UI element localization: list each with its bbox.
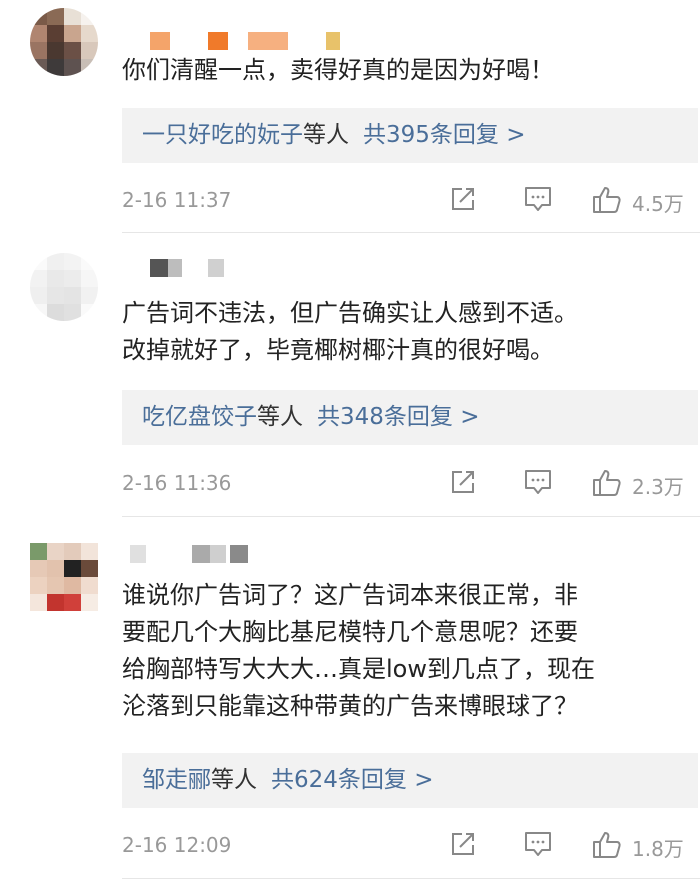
like-count: 2.3万 (632, 475, 684, 499)
comment-meta: 2-16 11:36 2.3万 (122, 469, 692, 499)
avatar[interactable] (30, 543, 98, 619)
reply-user-link[interactable]: 一只好吃的妧子 (142, 122, 303, 148)
reply-user-link[interactable]: 吃亿盘饺子 (142, 404, 257, 430)
comment-item: 你们清醒一点，卖得好真的是因为好喝！ 一只好吃的妧子等人 共395条回复 > 2-… (0, 0, 700, 232)
comment-item: 广告词不违法，但广告确实让人感到不适。 改掉就好了，毕竟椰树椰汁真的很好喝。 吃… (0, 233, 700, 516)
reply-user-link[interactable]: 邹走郦 (142, 767, 211, 793)
timestamp: 2-16 11:36 (122, 471, 232, 495)
comment-icon[interactable] (524, 831, 552, 857)
timestamp: 2-16 11:37 (122, 188, 232, 212)
like-count: 4.5万 (632, 192, 684, 216)
avatar[interactable] (30, 253, 98, 321)
reply-summary-box[interactable]: 一只好吃的妧子等人 共395条回复 > (122, 108, 698, 163)
thumbs-up-icon[interactable] (592, 831, 622, 859)
thumbs-up-icon[interactable] (592, 186, 622, 214)
username[interactable] (150, 32, 350, 50)
thumbs-up-icon[interactable] (592, 469, 622, 497)
reply-summary-box[interactable]: 邹走郦等人 共624条回复 > (122, 753, 698, 808)
comment-text: 广告词不违法，但广告确实让人感到不适。 改掉就好了，毕竟椰树椰汁真的很好喝。 (122, 299, 578, 364)
timestamp: 2-16 12:09 (122, 833, 232, 857)
reply-count-link[interactable]: 共395条回复 > (363, 122, 525, 148)
reply-count-link[interactable]: 共624条回复 > (271, 767, 433, 793)
comment-meta: 2-16 12:09 1.8万 (122, 831, 692, 861)
reply-summary-box[interactable]: 吃亿盘饺子等人 共348条回复 > (122, 390, 698, 445)
username[interactable] (150, 259, 250, 277)
comment-meta: 2-16 11:37 4.5万 (122, 186, 692, 216)
comment-item: 谁说你广告词了？这广告词本来很正常，非 要配几个大胸比基尼模特几个意思呢？还要 … (0, 517, 700, 891)
share-icon[interactable] (450, 186, 476, 212)
comment-icon[interactable] (524, 186, 552, 212)
comment-text: 谁说你广告词了？这广告词本来很正常，非 要配几个大胸比基尼模特几个意思呢？还要 … (122, 581, 595, 720)
like-count: 1.8万 (632, 837, 684, 861)
share-icon[interactable] (450, 469, 476, 495)
divider (122, 878, 700, 879)
comment-text: 你们清醒一点，卖得好真的是因为好喝！ (122, 56, 554, 84)
username[interactable] (130, 545, 260, 563)
share-icon[interactable] (450, 831, 476, 857)
reply-count-link[interactable]: 共348条回复 > (317, 404, 479, 430)
comment-icon[interactable] (524, 469, 552, 495)
avatar[interactable] (30, 8, 98, 76)
